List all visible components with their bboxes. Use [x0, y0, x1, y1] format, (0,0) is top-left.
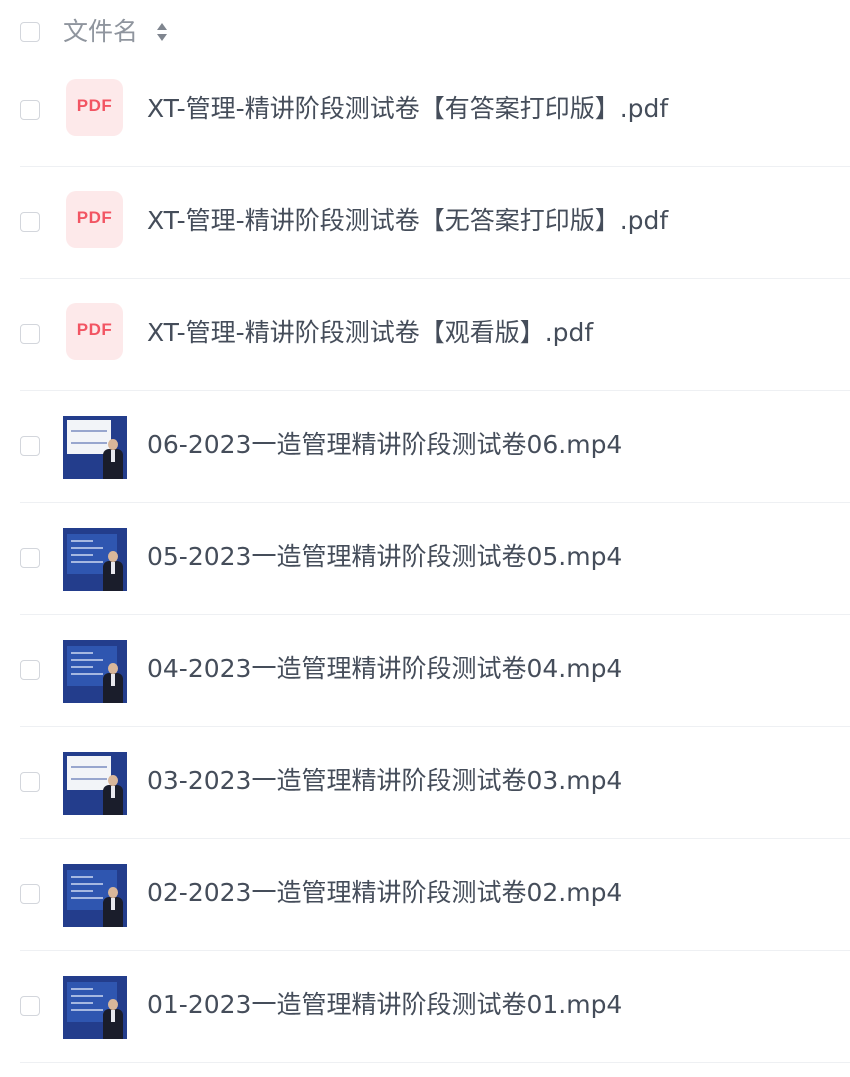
video-thumbnail-icon — [63, 752, 127, 815]
pdf-file-icon: PDF — [66, 191, 123, 248]
file-name[interactable]: 04-2023一造管理精讲阶段测试卷04.mp4 — [147, 651, 622, 687]
video-thumbnail-icon — [63, 416, 127, 479]
file-name[interactable]: 01-2023一造管理精讲阶段测试卷01.mp4 — [147, 987, 622, 1023]
file-row[interactable]: PDF XT-管理-精讲阶段测试卷【无答案打印版】.pdf — [0, 167, 850, 279]
filename-column-header[interactable]: 文件名 — [63, 15, 138, 49]
file-row[interactable]: PDF XT-管理-精讲阶段测试卷【有答案打印版】.pdf — [0, 55, 850, 167]
file-row[interactable]: 04-2023一造管理精讲阶段测试卷04.mp4 — [0, 615, 850, 727]
file-name[interactable]: 06-2023一造管理精讲阶段测试卷06.mp4 — [147, 427, 622, 463]
file-row[interactable]: 03-2023一造管理精讲阶段测试卷03.mp4 — [0, 727, 850, 839]
row-divider — [20, 1062, 850, 1063]
pdf-icon-label: PDF — [76, 208, 113, 227]
file-checkbox[interactable] — [20, 324, 40, 344]
file-row[interactable]: PDF XT-管理-精讲阶段测试卷【观看版】.pdf — [0, 279, 850, 391]
sort-icon[interactable] — [155, 20, 169, 44]
file-name[interactable]: XT-管理-精讲阶段测试卷【有答案打印版】.pdf — [147, 91, 668, 127]
file-checkbox[interactable] — [20, 884, 40, 904]
file-row[interactable]: 01-2023一造管理精讲阶段测试卷01.mp4 — [0, 951, 850, 1063]
file-checkbox[interactable] — [20, 548, 40, 568]
file-checkbox[interactable] — [20, 660, 40, 680]
pdf-icon-label: PDF — [76, 320, 113, 339]
pdf-icon-label: PDF — [76, 96, 113, 115]
file-name[interactable]: 02-2023一造管理精讲阶段测试卷02.mp4 — [147, 875, 622, 911]
file-row[interactable]: 06-2023一造管理精讲阶段测试卷06.mp4 — [0, 391, 850, 503]
pdf-file-icon: PDF — [66, 79, 123, 136]
file-name[interactable]: XT-管理-精讲阶段测试卷【无答案打印版】.pdf — [147, 203, 668, 239]
file-checkbox[interactable] — [20, 212, 40, 232]
video-thumbnail-icon — [63, 976, 127, 1039]
file-checkbox[interactable] — [20, 996, 40, 1016]
file-row[interactable]: 02-2023一造管理精讲阶段测试卷02.mp4 — [0, 839, 850, 951]
file-checkbox[interactable] — [20, 772, 40, 792]
video-thumbnail-icon — [63, 864, 127, 927]
file-row[interactable]: 05-2023一造管理精讲阶段测试卷05.mp4 — [0, 503, 850, 615]
video-thumbnail-icon — [63, 528, 127, 591]
file-name[interactable]: 05-2023一造管理精讲阶段测试卷05.mp4 — [147, 539, 622, 575]
file-checkbox[interactable] — [20, 100, 40, 120]
file-name[interactable]: XT-管理-精讲阶段测试卷【观看版】.pdf — [147, 315, 593, 351]
file-checkbox[interactable] — [20, 436, 40, 456]
pdf-file-icon: PDF — [66, 303, 123, 360]
file-name[interactable]: 03-2023一造管理精讲阶段测试卷03.mp4 — [147, 763, 622, 799]
select-all-checkbox[interactable] — [20, 22, 40, 42]
video-thumbnail-icon — [63, 640, 127, 703]
